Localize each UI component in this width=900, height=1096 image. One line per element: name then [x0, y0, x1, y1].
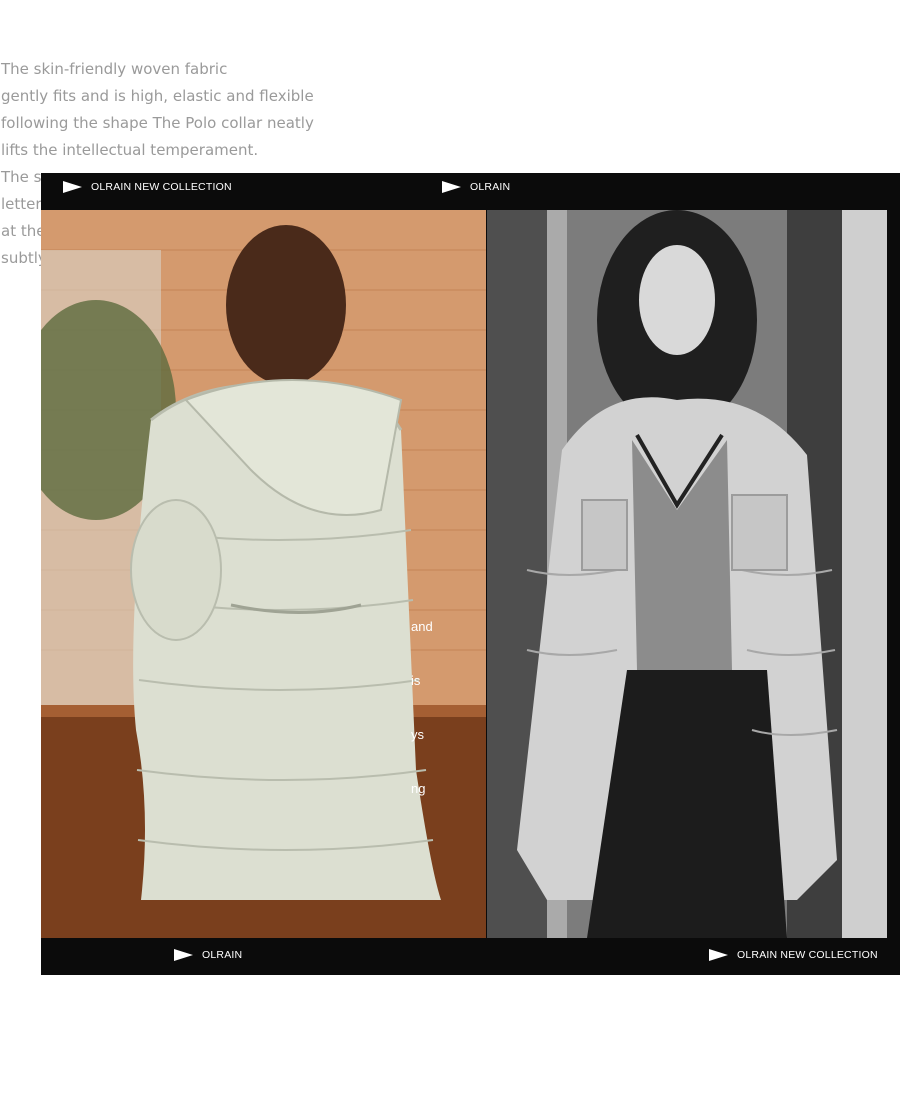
caption-line: ys — [411, 727, 424, 742]
bottom-right-label-text: OLRAIN NEW COLLECTION — [737, 949, 878, 961]
caption-line: and — [411, 619, 433, 634]
bottom-right-label: OLRAIN NEW COLLECTION — [709, 949, 878, 961]
intro-line: lifts the intellectual temperament. — [1, 141, 259, 159]
top-left-label: OLRAIN NEW COLLECTION — [63, 181, 232, 193]
intro-line: following the shape The Polo collar neat… — [1, 114, 314, 132]
photo-left: and is ys ng — [41, 210, 486, 938]
intro-line: gently fits and is high, elastic and fle… — [1, 87, 314, 105]
top-left-label-text: OLRAIN NEW COLLECTION — [91, 181, 232, 193]
bottom-left-label-text: OLRAIN — [202, 949, 243, 961]
bottom-left-label: OLRAIN — [174, 949, 242, 961]
top-right-label: OLRAIN — [442, 181, 510, 193]
caption-line: ng — [411, 781, 426, 796]
play-icon — [442, 181, 461, 193]
model-front-illustration — [487, 210, 887, 938]
top-right-label-text: OLRAIN — [470, 181, 511, 193]
intro-line: The skin-friendly woven fabric — [1, 60, 228, 78]
photo-right — [487, 210, 887, 938]
play-icon — [63, 181, 82, 193]
play-icon — [174, 949, 193, 961]
caption-line: is — [411, 673, 421, 688]
film-strip-frame: OLRAIN NEW COLLECTION OLRAIN and is ys n… — [41, 173, 900, 975]
play-icon — [709, 949, 728, 961]
photo-left-caption: and is ys ng — [411, 582, 433, 834]
